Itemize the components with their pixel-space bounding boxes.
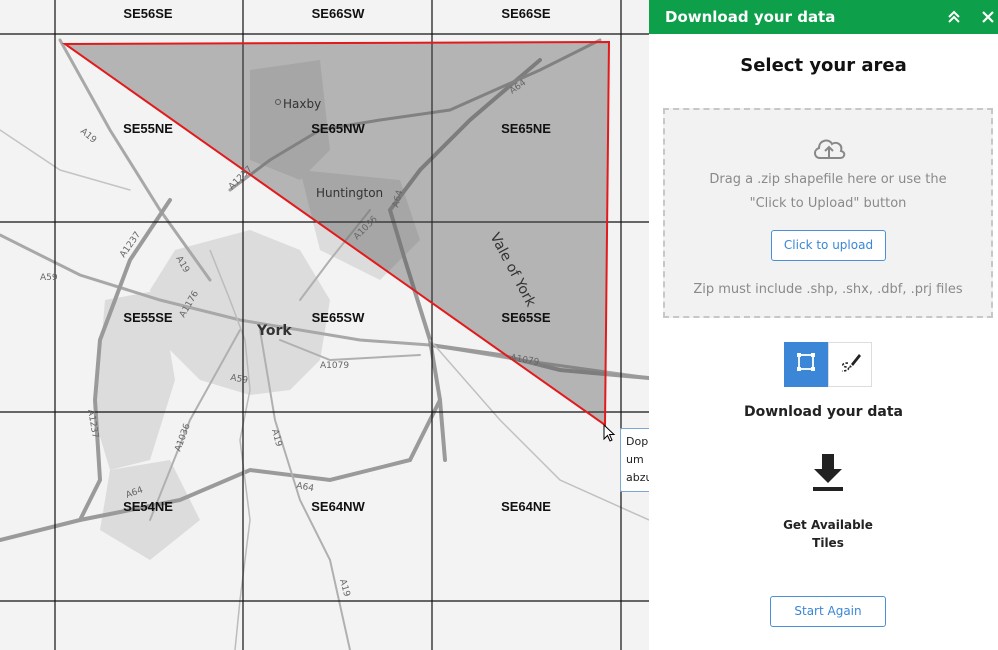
tooltip-line: Doppelklicken, [626, 435, 649, 448]
tile-label: SE54NE [123, 499, 173, 514]
download-section-title: Download your data [744, 404, 903, 420]
bounding-box-icon [795, 351, 817, 378]
get-available-tiles-label[interactable]: Get Available Tiles [773, 516, 883, 552]
tooltip-line: um [626, 453, 644, 466]
tile-label: SE65SW [312, 310, 365, 325]
double-chevron-up-icon[interactable] [945, 8, 963, 26]
tile-label: SE65NW [311, 121, 365, 136]
close-icon[interactable] [979, 8, 997, 26]
freehand-draw-tool-button[interactable] [828, 342, 872, 387]
place-label-york: York [256, 323, 292, 339]
click-to-upload-button[interactable]: Click to upload [771, 230, 886, 261]
map-view[interactable]: SE56SE SE66SW SE66SE SE55NE SE65NW SE65N… [0, 0, 649, 650]
tile-label: SE55SE [123, 310, 172, 325]
tile-label: SE66SE [501, 6, 550, 21]
road-label: A59 [40, 273, 58, 283]
zip-requirements-note: Zip must include .shp, .shx, .dbf, .prj … [693, 282, 963, 297]
panel-title: Download your data [665, 8, 836, 26]
tile-label: SE65NE [501, 121, 551, 136]
draw-tools [784, 342, 872, 387]
place-label-haxby: Haxby [283, 97, 321, 111]
map-canvas[interactable]: SE56SE SE66SW SE66SE SE55NE SE65NW SE65N… [0, 0, 649, 650]
tile-label: SE55NE [123, 121, 173, 136]
download-icon[interactable] [811, 452, 845, 497]
select-area-title: Select your area [740, 55, 907, 76]
tile-label: SE65SE [501, 310, 550, 325]
draw-tooltip: Doppelklicken, um abzuschließen [620, 428, 649, 492]
tile-label: SE66SW [312, 6, 365, 21]
freehand-draw-icon [838, 350, 862, 379]
tile-label: SE64NE [501, 499, 551, 514]
panel-header: Download your data [649, 0, 998, 34]
tile-label: SE64NW [311, 499, 365, 514]
place-label-huntington: Huntington [316, 186, 383, 200]
dropzone-instructions: Drag a .zip shapefile here or use the "C… [709, 172, 947, 211]
tile-label: SE56SE [123, 6, 172, 21]
road-label: A1079 [320, 361, 349, 371]
shapefile-dropzone[interactable]: Drag a .zip shapefile here or use the "C… [663, 108, 993, 318]
bounding-box-tool-button[interactable] [784, 342, 828, 387]
download-panel: Download your data Select your area Drag… [649, 0, 998, 650]
tooltip-line: abzuschließen [626, 471, 649, 484]
cloud-upload-icon [811, 134, 847, 167]
start-again-button[interactable]: Start Again [770, 596, 886, 627]
